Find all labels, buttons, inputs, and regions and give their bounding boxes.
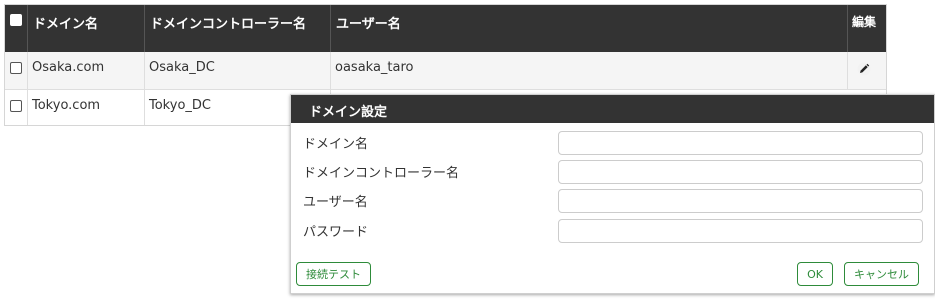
- domain-settings-dialog: ドメイン設定 ドメイン名 ドメインコントローラー名 ユーザー名 パスワード 接続…: [290, 94, 935, 294]
- cell-domain: Tokyo.com: [28, 90, 145, 125]
- row-select-cell: [5, 52, 28, 89]
- header-controller[interactable]: ドメインコントローラー名: [145, 5, 331, 52]
- header-edit: 編集: [848, 5, 886, 52]
- dialog-title: ドメイン設定: [309, 105, 388, 120]
- pencil-icon: [857, 62, 871, 76]
- header-user-label: ユーザー名: [336, 17, 401, 32]
- cell-controller-text: Tokyo_DC: [149, 98, 211, 113]
- domain-controller-input[interactable]: [558, 160, 923, 184]
- select-all-checkbox[interactable]: [10, 14, 22, 26]
- select-all-cell: [5, 5, 28, 52]
- cell-user: oasaka_taro: [331, 52, 848, 89]
- password-label: パスワード: [303, 225, 369, 240]
- user-name-label: ユーザー名: [303, 195, 368, 210]
- dialog-title-bar: ドメイン設定: [291, 95, 934, 123]
- table-header: ドメイン名 ドメインコントローラー名 ユーザー名 編集: [5, 5, 886, 52]
- edit-button[interactable]: [855, 60, 873, 78]
- row-checkbox[interactable]: [10, 62, 22, 74]
- header-user[interactable]: ユーザー名: [331, 5, 848, 52]
- domain-name-input[interactable]: [558, 131, 923, 155]
- cell-controller-text: Osaka_DC: [149, 60, 215, 75]
- header-edit-label: 編集: [852, 15, 877, 29]
- domain-controller-label: ドメインコントローラー名: [303, 166, 460, 181]
- cell-user-text: oasaka_taro: [335, 60, 414, 75]
- row-checkbox[interactable]: [10, 100, 22, 112]
- user-name-input[interactable]: [558, 189, 923, 213]
- cell-controller: Osaka_DC: [145, 52, 331, 89]
- cancel-button[interactable]: キャンセル: [844, 262, 919, 286]
- header-controller-label: ドメインコントローラー名: [150, 17, 307, 32]
- domain-name-label: ドメイン名: [303, 137, 369, 152]
- header-domain-label: ドメイン名: [33, 17, 99, 32]
- table-row[interactable]: Osaka.com Osaka_DC oasaka_taro: [5, 52, 886, 90]
- header-domain[interactable]: ドメイン名: [28, 5, 145, 52]
- connection-test-button[interactable]: 接続テスト: [296, 262, 371, 286]
- cell-domain-text: Osaka.com: [32, 60, 105, 75]
- cell-domain: Osaka.com: [28, 52, 145, 89]
- password-input[interactable]: [558, 219, 923, 243]
- row-select-cell: [5, 90, 28, 125]
- cell-domain-text: Tokyo.com: [32, 98, 101, 113]
- ok-button[interactable]: OK: [797, 262, 833, 286]
